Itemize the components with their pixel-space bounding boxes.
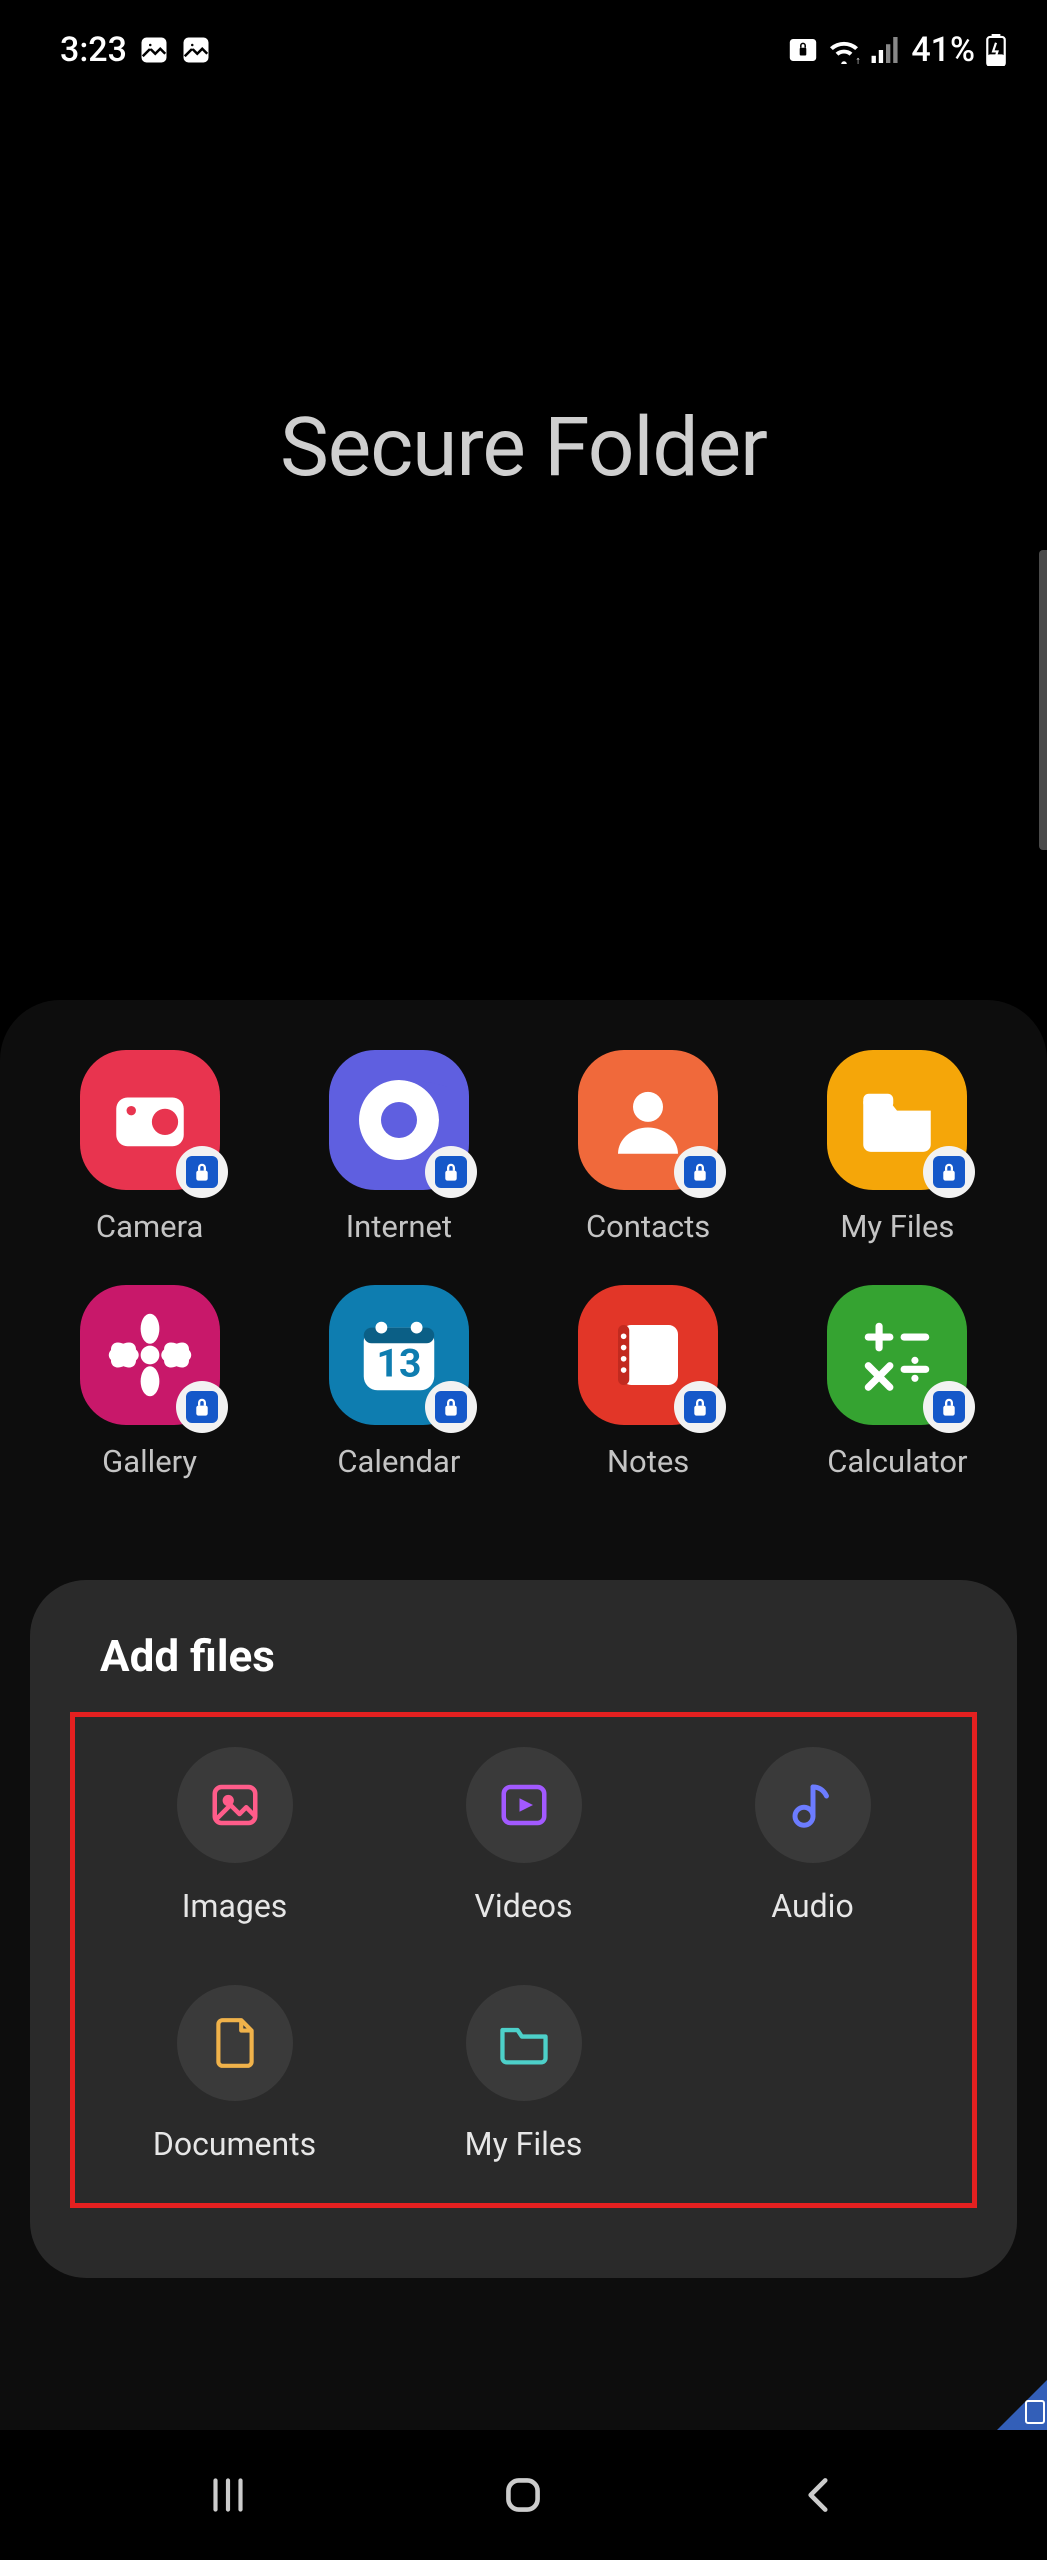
app-label: Internet [346, 1208, 452, 1245]
status-time: 3:23 [60, 30, 127, 70]
battery-text: 41% [911, 30, 975, 70]
app-icon [827, 1285, 967, 1425]
add-audio-option[interactable]: Audio [673, 1747, 952, 1925]
app-grid: Camera Internet Contacts My Files Gallery 13 C… [30, 1050, 1017, 1480]
file-type-label: Documents [153, 2125, 316, 2163]
status-left: 3:23 [60, 30, 211, 70]
app-label: My Files [840, 1208, 954, 1245]
app-icon [827, 1050, 967, 1190]
app-calculator[interactable]: Calculator [778, 1285, 1017, 1480]
lock-badge [674, 1146, 726, 1198]
signal-icon [871, 37, 901, 63]
app-icon [578, 1285, 718, 1425]
lock-badge [176, 1146, 228, 1198]
secure-corner-badge [997, 2380, 1047, 2430]
secure-card-icon [789, 39, 817, 61]
app-internet[interactable]: Internet [279, 1050, 518, 1245]
highlighted-options: Images Videos Audio Documents My Files [70, 1712, 977, 2208]
app-label: Calculator [827, 1443, 967, 1480]
svg-text:13: 13 [376, 1341, 421, 1387]
app-icon [80, 1050, 220, 1190]
app-icon [329, 1050, 469, 1190]
app-notes[interactable]: Notes [529, 1285, 768, 1480]
lock-badge [923, 1146, 975, 1198]
add-my-files-option[interactable]: My Files [384, 1985, 663, 2163]
app-label: Contacts [586, 1208, 710, 1245]
navigation-bar [0, 2430, 1047, 2560]
lock-badge [674, 1381, 726, 1433]
lock-badge [425, 1381, 477, 1433]
app-contacts[interactable]: Contacts [529, 1050, 768, 1245]
add-files-sheet: Add files Images Videos Audio Documents My F… [30, 1580, 1017, 2278]
file-type-label: Audio [771, 1887, 853, 1925]
file-type-label: Videos [475, 1887, 573, 1925]
add-videos-option[interactable]: Videos [384, 1747, 663, 1925]
videos-icon [466, 1747, 582, 1863]
scrollbar[interactable] [1039, 550, 1047, 850]
app-icon [578, 1050, 718, 1190]
image-indicator-icon [181, 35, 211, 65]
audio-icon [755, 1747, 871, 1863]
app-icon: 13 [329, 1285, 469, 1425]
app-icon [80, 1285, 220, 1425]
sheet-title: Add files [100, 1630, 977, 1682]
status-right: ↑ 41% [789, 30, 1007, 70]
app-my-files[interactable]: My Files [778, 1050, 1017, 1245]
recents-button[interactable] [203, 2470, 253, 2520]
file-type-label: Images [182, 1887, 288, 1925]
lock-badge [923, 1381, 975, 1433]
app-label: Gallery [102, 1443, 197, 1480]
app-label: Camera [96, 1208, 203, 1245]
app-calendar[interactable]: 13 Calendar [279, 1285, 518, 1480]
status-bar: 3:23 ↑ 41% [0, 0, 1047, 90]
wifi-icon: ↑ [827, 36, 861, 64]
back-button[interactable] [794, 2470, 844, 2520]
add-documents-option[interactable]: Documents [95, 1985, 374, 2163]
images-icon [177, 1747, 293, 1863]
home-button[interactable] [498, 2470, 548, 2520]
page-title: Secure Folder [0, 400, 1047, 496]
app-label: Notes [607, 1443, 689, 1480]
lock-badge [176, 1381, 228, 1433]
app-gallery[interactable]: Gallery [30, 1285, 269, 1480]
documents-icon [177, 1985, 293, 2101]
add-images-option[interactable]: Images [95, 1747, 374, 1925]
lock-badge [425, 1146, 477, 1198]
image-indicator-icon [139, 35, 169, 65]
folder-icon [466, 1985, 582, 2101]
file-type-label: My Files [465, 2125, 583, 2163]
app-camera[interactable]: Camera [30, 1050, 269, 1245]
app-label: Calendar [337, 1443, 460, 1480]
file-type-grid: Images Videos Audio Documents My Files [95, 1747, 952, 2163]
battery-icon [985, 34, 1007, 66]
svg-text:↑: ↑ [856, 54, 862, 64]
